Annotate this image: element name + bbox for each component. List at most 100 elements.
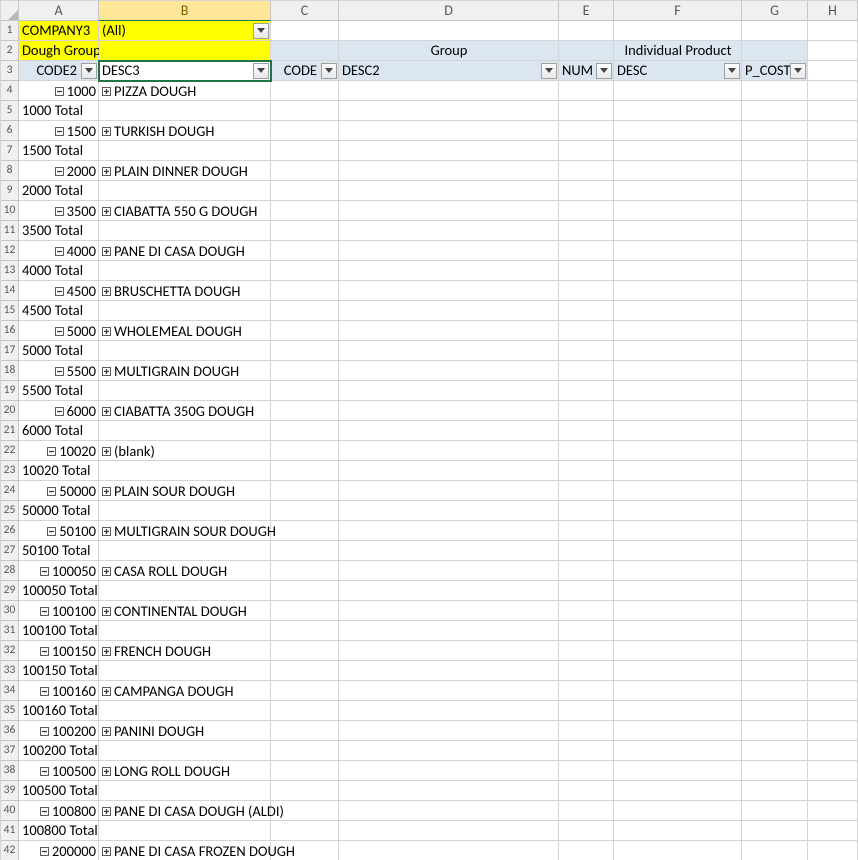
desc-header[interactable]: DESC [614,61,742,81]
desc-cell[interactable]: PANE DI CASA DOUGH [99,241,271,261]
collapse-icon[interactable] [55,247,64,256]
col-head-c[interactable]: C [271,1,339,21]
row-head[interactable]: 4 [1,81,19,101]
expand-icon[interactable] [102,647,111,656]
code-cell[interactable]: 100800 [19,801,99,821]
row-head[interactable]: 40 [1,801,19,821]
expand-icon[interactable] [102,687,111,696]
desc-cell[interactable]: CONTINENTAL DOUGH [99,601,271,621]
row-head[interactable]: 41 [1,821,19,841]
desc-cell[interactable]: PANINI DOUGH [99,721,271,741]
code-cell[interactable]: 100050 [19,561,99,581]
row-head[interactable]: 22 [1,441,19,461]
expand-icon[interactable] [102,847,111,856]
row-head[interactable]: 24 [1,481,19,501]
expand-icon[interactable] [102,527,111,536]
col-head-a[interactable]: A [19,1,99,21]
desc-cell[interactable]: LONG ROLL DOUGH [99,761,271,781]
expand-icon[interactable] [102,567,111,576]
desc-cell[interactable]: PANE DI CASA DOUGH (ALDI) [99,801,271,821]
code-cell[interactable]: 100500 [19,761,99,781]
filter-dropdown-icon[interactable] [790,63,806,79]
code-cell[interactable]: 4000 [19,241,99,261]
expand-icon[interactable] [102,447,111,456]
total-cell[interactable]: 4000 Total [19,261,99,281]
collapse-icon[interactable] [40,607,49,616]
row-head[interactable]: 9 [1,181,19,201]
col-head-g[interactable]: G [742,1,808,21]
desc-cell[interactable]: CIABATTA 550 G DOUGH [99,201,271,221]
row-head[interactable]: 21 [1,421,19,441]
code-cell[interactable]: 100150 [19,641,99,661]
desc-cell[interactable]: WHOLEMEAL DOUGH [99,321,271,341]
desc-cell[interactable]: PIZZA DOUGH [99,81,271,101]
col-head-f[interactable]: F [614,1,742,21]
desc-cell[interactable]: BRUSCHETTA DOUGH [99,281,271,301]
row-head[interactable]: 1 [1,21,19,41]
collapse-icon[interactable] [40,847,49,856]
expand-icon[interactable] [102,367,111,376]
filter-dropdown-icon[interactable] [253,23,269,39]
row-head[interactable]: 17 [1,341,19,361]
expand-icon[interactable] [102,327,111,336]
row-head[interactable]: 16 [1,321,19,341]
row-head[interactable]: 8 [1,161,19,181]
row-head[interactable]: 11 [1,221,19,241]
row-head[interactable]: 10 [1,201,19,221]
collapse-icon[interactable] [40,687,49,696]
expand-icon[interactable] [102,607,111,616]
row-head[interactable]: 6 [1,121,19,141]
row-head[interactable]: 15 [1,301,19,321]
collapse-icon[interactable] [47,447,56,456]
desc-cell[interactable]: PANE DI CASA FROZEN DOUGH [99,841,271,860]
collapse-icon[interactable] [40,567,49,576]
code-cell[interactable]: 10020 [19,441,99,461]
row-head[interactable]: 2 [1,41,19,61]
total-cell[interactable]: 100100 Total [19,621,99,641]
total-cell[interactable]: 5500 Total [19,381,99,401]
total-cell[interactable]: 100050 Total [19,581,99,601]
desc-cell[interactable]: CAMPANGA DOUGH [99,681,271,701]
code-cell[interactable]: 50100 [19,521,99,541]
row-head[interactable]: 12 [1,241,19,261]
select-all-corner[interactable] [1,1,19,21]
row-head[interactable]: 42 [1,841,19,860]
code-cell[interactable]: 1500 [19,121,99,141]
desc-cell[interactable]: CIABATTA 350G DOUGH [99,401,271,421]
row-head[interactable]: 30 [1,601,19,621]
col-head-d[interactable]: D [339,1,559,21]
row-head[interactable]: 19 [1,381,19,401]
code-cell[interactable]: 2000 [19,161,99,181]
row-head[interactable]: 34 [1,681,19,701]
code-cell[interactable]: 100200 [19,721,99,741]
total-cell[interactable]: 100150 Total [19,661,99,681]
total-cell[interactable]: 1000 Total [19,101,99,121]
code-cell[interactable]: 50000 [19,481,99,501]
code-cell[interactable]: 5000 [19,321,99,341]
desc-cell[interactable]: MULTIGRAIN SOUR DOUGH [99,521,271,541]
collapse-icon[interactable] [47,487,56,496]
row-head[interactable]: 23 [1,461,19,481]
desc-cell[interactable]: PLAIN SOUR DOUGH [99,481,271,501]
row-head[interactable]: 29 [1,581,19,601]
row-head[interactable]: 18 [1,361,19,381]
row-head[interactable]: 36 [1,721,19,741]
total-cell[interactable]: 3500 Total [19,221,99,241]
collapse-icon[interactable] [40,767,49,776]
desc-cell[interactable]: PLAIN DINNER DOUGH [99,161,271,181]
row-head[interactable]: 37 [1,741,19,761]
collapse-icon[interactable] [40,727,49,736]
desc2-header[interactable]: DESC2 [339,61,559,81]
row-head[interactable]: 33 [1,661,19,681]
desc3-header[interactable]: DESC3 [99,61,271,81]
row-head[interactable]: 3 [1,61,19,81]
expand-icon[interactable] [102,407,111,416]
filter-dropdown-icon[interactable] [596,63,612,79]
num-header[interactable]: NUM [559,61,614,81]
total-cell[interactable]: 1500 Total [19,141,99,161]
code-cell[interactable]: 5500 [19,361,99,381]
row-head[interactable]: 26 [1,521,19,541]
row-head[interactable]: 39 [1,781,19,801]
row-head[interactable]: 38 [1,761,19,781]
code-cell[interactable]: 200000 [19,841,99,860]
